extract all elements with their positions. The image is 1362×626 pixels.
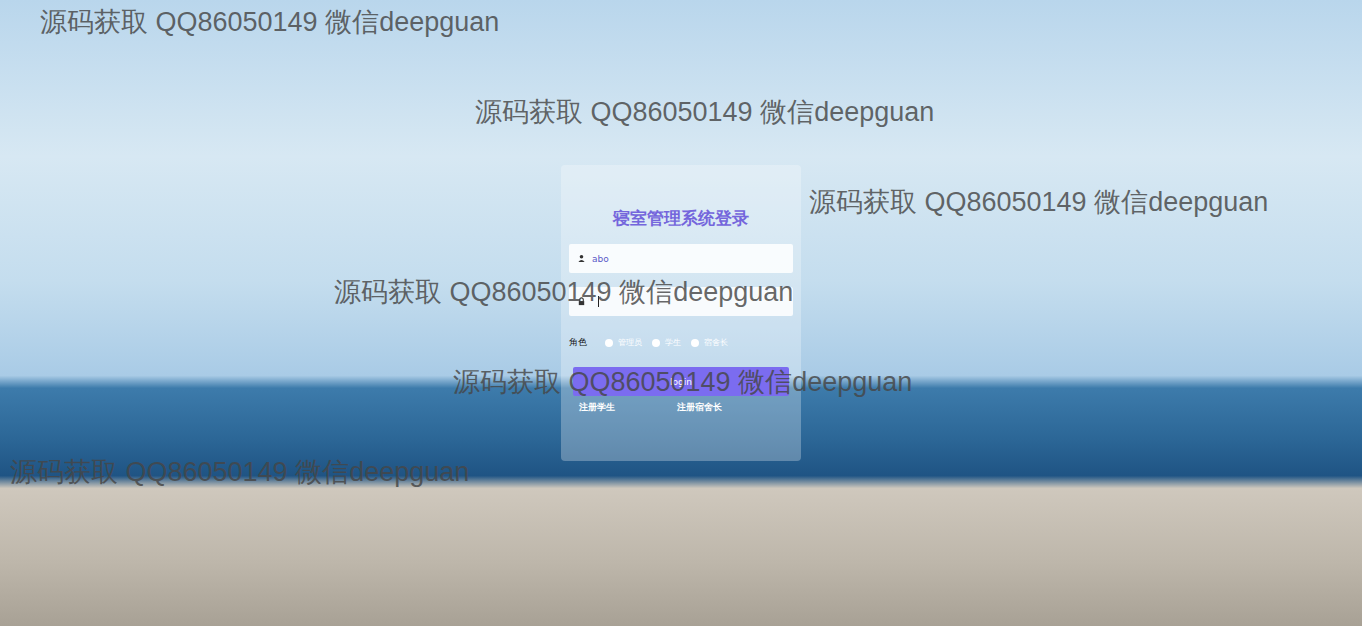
- role-radio[interactable]: 宿舍长: [691, 337, 728, 348]
- text-caret: [598, 296, 599, 307]
- register-links: 注册学生 注册宿舍长: [569, 396, 793, 414]
- lock-icon: [577, 297, 586, 306]
- radio-circle: [691, 339, 699, 347]
- radio-circle: [605, 339, 613, 347]
- login-page: 寝室管理系统登录abo角色管理员学生宿舍长login注册学生注册宿舍长源码获取 …: [0, 0, 1362, 626]
- login-button[interactable]: login: [573, 367, 789, 396]
- role-radio[interactable]: 学生: [652, 337, 681, 348]
- register-link[interactable]: 注册宿舍长: [677, 401, 722, 414]
- role-group: 角色 管理员 学生 宿舍长: [569, 336, 793, 349]
- watermark: 源码获取 QQ86050149 微信deepguan: [334, 274, 793, 310]
- watermark: 源码获取 QQ86050149 微信deepguan: [10, 454, 469, 490]
- role-option-label: 学生: [665, 337, 681, 348]
- username-value: abo: [592, 254, 609, 264]
- role-option-label: 宿舍长: [704, 337, 728, 348]
- watermark: 源码获取 QQ86050149 微信deepguan: [475, 94, 934, 130]
- register-link[interactable]: 注册学生: [579, 401, 615, 414]
- radio-circle: [652, 339, 660, 347]
- role-radio[interactable]: 管理员: [605, 337, 642, 348]
- user-icon: [577, 254, 586, 263]
- role-option-label: 管理员: [618, 337, 642, 348]
- username-field[interactable]: abo: [569, 244, 793, 273]
- login-card: 寝室管理系统登录 abo 角色 管理员 学生 宿舍长 login 注册学生 注册宿舍长: [561, 165, 801, 461]
- watermark: 源码获取 QQ86050149 微信deepguan: [453, 364, 912, 400]
- password-field[interactable]: [569, 287, 793, 316]
- watermark: 源码获取 QQ86050149 微信deepguan: [40, 4, 499, 40]
- watermark: 源码获取 QQ86050149 微信deepguan: [809, 184, 1268, 220]
- login-title: 寝室管理系统登录: [569, 207, 793, 230]
- role-label: 角色: [569, 336, 587, 349]
